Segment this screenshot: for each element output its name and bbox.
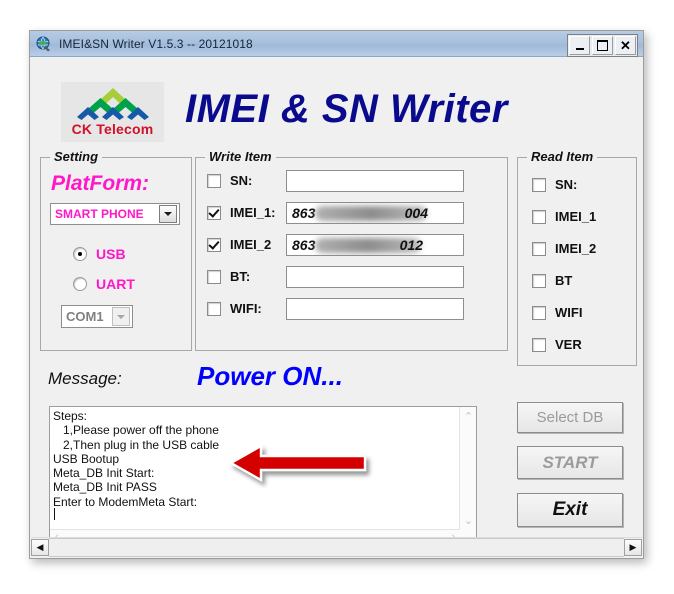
window-title: IMEI&SN Writer V1.5.3 -- 20121018 — [59, 36, 253, 51]
write-label-wifi: WIFI: — [230, 301, 262, 316]
read-checkbox-bt[interactable]: BT — [532, 273, 572, 288]
checkbox-indicator[interactable] — [207, 173, 221, 188]
read-label-wifi: WIFI — [555, 305, 583, 320]
platform-select-value: SMART PHONE — [55, 207, 144, 221]
globe-icon — [36, 36, 50, 51]
write-label-imei1: IMEI_1: — [230, 205, 276, 220]
write-label-imei2: IMEI_2 — [230, 237, 272, 252]
scroll-down-icon[interactable]: ⌄ — [464, 514, 473, 527]
com-port-select[interactable]: COM1 — [61, 305, 133, 328]
radio-usb[interactable]: USB — [73, 246, 126, 262]
logo-text: CK Telecom — [71, 121, 154, 137]
scroll-up-icon[interactable]: ⌃ — [464, 410, 473, 423]
read-item-group: Read Item SN: IMEI_1 IMEI_2 BT WIFI VER — [517, 149, 637, 366]
platform-label: PlatForm: — [51, 172, 150, 195]
scrollbar-track[interactable] — [49, 538, 624, 557]
text-caret — [54, 508, 55, 520]
setting-group: Setting PlatForm: SMART PHONE USB UART C… — [40, 149, 192, 351]
read-label-sn: SN: — [555, 177, 578, 192]
page-title: IMEI & SN Writer — [185, 87, 508, 131]
read-checkbox-sn[interactable]: SN: — [532, 177, 577, 192]
write-checkbox-imei2[interactable]: IMEI_2 — [207, 237, 271, 252]
checkbox-indicator[interactable] — [207, 301, 221, 316]
write-label-sn: SN: — [230, 173, 253, 188]
scroll-right-button[interactable]: ▶ — [624, 539, 642, 556]
window-horizontal-scrollbar[interactable]: ◀ ▶ — [31, 537, 642, 557]
write-input-imei2[interactable]: 863 012 — [286, 234, 464, 256]
read-label-imei2: IMEI_2 — [555, 241, 597, 256]
select-db-button[interactable]: Select DB — [517, 402, 623, 433]
message-log[interactable]: Steps: 1,Please power off the phone 2,Th… — [49, 406, 477, 546]
checkbox-indicator[interactable] — [532, 305, 546, 320]
log-vertical-scrollbar[interactable]: ⌃ ⌄ — [459, 407, 476, 530]
checkbox-indicator[interactable] — [532, 273, 546, 288]
write-checkbox-imei1[interactable]: IMEI_1: — [207, 205, 276, 220]
write-checkbox-bt[interactable]: BT: — [207, 269, 250, 284]
write-value-imei1-suffix: 004 — [404, 205, 428, 221]
read-label-bt: BT — [555, 273, 573, 288]
radio-uart[interactable]: UART — [73, 276, 135, 292]
scroll-left-button[interactable]: ◀ — [31, 539, 49, 556]
write-input-bt[interactable] — [286, 266, 464, 288]
chevron-down-icon — [112, 307, 130, 326]
write-input-sn[interactable] — [286, 170, 464, 192]
select-db-button-label: Select DB — [536, 409, 604, 426]
checkbox-indicator[interactable] — [207, 205, 221, 220]
radio-uart-label: UART — [96, 276, 135, 292]
read-checkbox-ver[interactable]: VER — [532, 337, 582, 352]
checkbox-indicator[interactable] — [532, 209, 546, 224]
platform-select[interactable]: SMART PHONE — [50, 203, 180, 225]
read-checkbox-imei1[interactable]: IMEI_1 — [532, 209, 596, 224]
window-controls: ✕ — [567, 34, 638, 57]
close-button[interactable]: ✕ — [615, 36, 636, 55]
application-window: IMEI&SN Writer V1.5.3 -- 20121018 ✕ CK T… — [29, 30, 644, 559]
write-item-group-title: Write Item — [205, 149, 276, 164]
logo-chevrons-icon — [76, 88, 149, 120]
write-input-wifi[interactable] — [286, 298, 464, 320]
read-label-ver: VER — [555, 337, 582, 352]
write-input-imei1[interactable]: 863 004 — [286, 202, 464, 224]
write-value-imei1-prefix: 863 — [292, 205, 316, 221]
maximize-button[interactable] — [592, 36, 613, 55]
status-text: Power ON... — [197, 361, 343, 391]
message-log-text: Steps: 1,Please power off the phone 2,Th… — [53, 409, 220, 509]
title-bar[interactable]: IMEI&SN Writer V1.5.3 -- 20121018 ✕ — [30, 31, 643, 57]
ck-telecom-logo: CK Telecom — [61, 82, 164, 142]
chevron-down-icon[interactable] — [159, 205, 177, 223]
com-port-value: COM1 — [66, 309, 104, 324]
minimize-button[interactable] — [569, 36, 590, 55]
write-item-group: Write Item SN: IMEI_1: 863 004 IMEI_2 86… — [195, 149, 508, 351]
radio-usb-label: USB — [96, 246, 126, 262]
write-checkbox-wifi[interactable]: WIFI: — [207, 301, 262, 316]
exit-button[interactable]: Exit — [517, 493, 623, 527]
checkbox-indicator[interactable] — [532, 241, 546, 256]
checkbox-indicator[interactable] — [207, 269, 221, 284]
write-checkbox-sn[interactable]: SN: — [207, 173, 252, 188]
checkbox-indicator[interactable] — [532, 177, 546, 192]
start-button-label: START — [542, 452, 598, 472]
app-header: CK Telecom IMEI & SN Writer — [30, 57, 643, 142]
read-checkbox-imei2[interactable]: IMEI_2 — [532, 241, 596, 256]
setting-group-title: Setting — [50, 149, 103, 164]
checkbox-indicator[interactable] — [532, 337, 546, 352]
write-label-bt: BT: — [230, 269, 251, 284]
message-label: Message: — [48, 369, 122, 388]
write-value-imei2-prefix: 863 — [292, 237, 316, 253]
write-value-imei2-suffix: 012 — [399, 237, 423, 253]
radio-uart-indicator[interactable] — [73, 277, 87, 291]
radio-usb-indicator[interactable] — [73, 247, 87, 261]
start-button[interactable]: START — [517, 446, 623, 479]
checkbox-indicator[interactable] — [207, 237, 221, 252]
read-label-imei1: IMEI_1 — [555, 209, 597, 224]
read-checkbox-wifi[interactable]: WIFI — [532, 305, 582, 320]
read-item-group-title: Read Item — [527, 149, 598, 164]
exit-button-label: Exit — [552, 499, 588, 520]
